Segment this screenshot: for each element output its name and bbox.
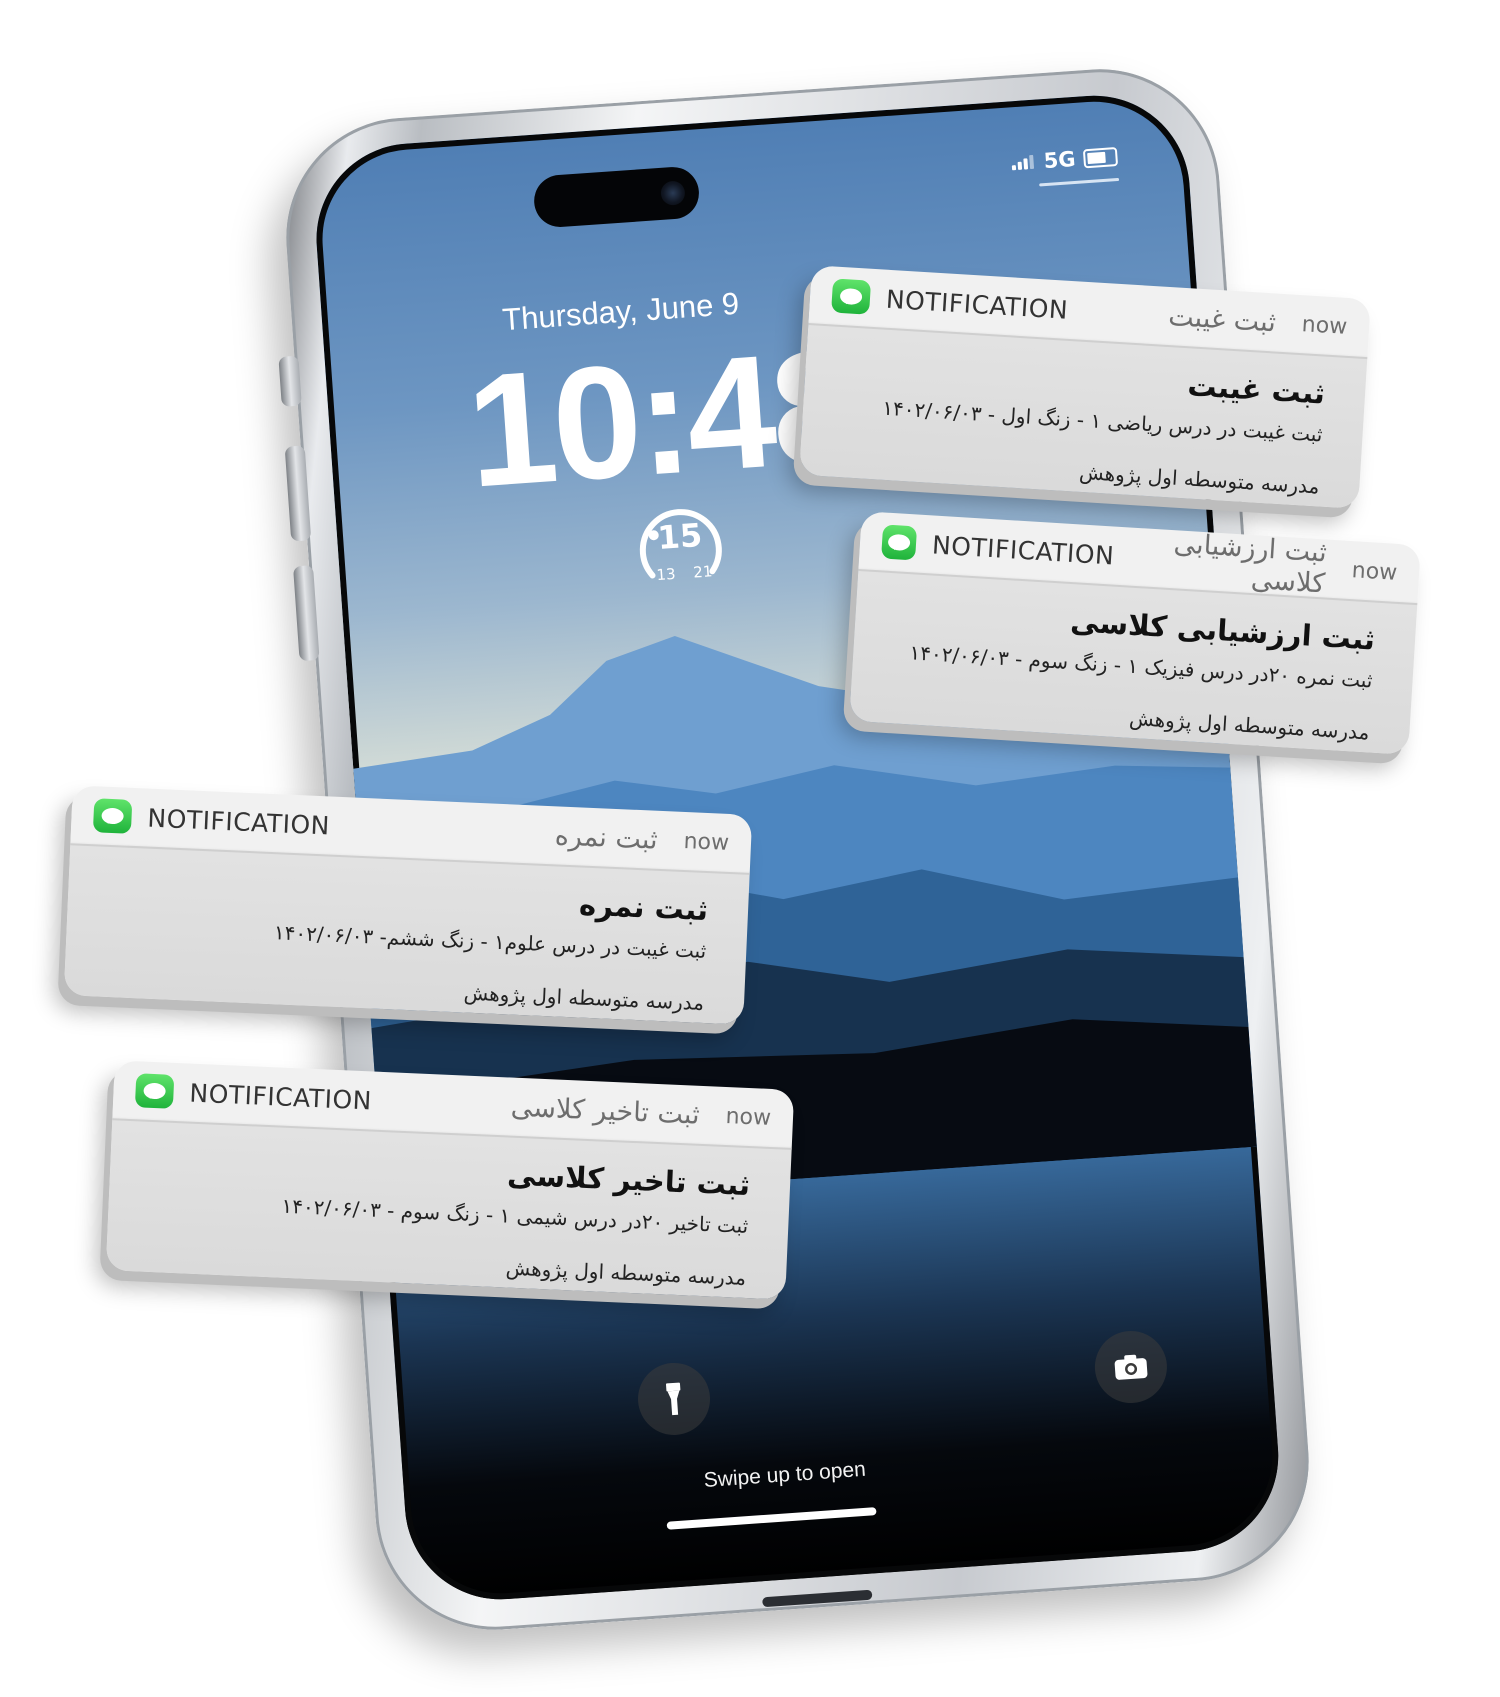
messages-app-icon [881,524,918,561]
notification-app-name: NOTIFICATION [885,284,1069,325]
notification-title: ثبت تاخیر کلاسی [506,1157,751,1203]
weather-widget[interactable]: 15 13 21 [629,494,731,596]
notification-card[interactable]: NOTIFICATION ثبت غیبت now ثبت غیبت ثبت غ… [799,265,1371,509]
status-bar: 5G [1011,144,1119,176]
notification-card[interactable]: NOTIFICATION ثبت نمره now ثبت نمره ثبت غ… [63,785,753,1025]
notification-message: ثبت غیبت در درس علوم۱ - زنگ ششم- ۱۴۰۲/۰۶… [273,920,707,964]
action-button[interactable] [278,355,302,407]
notification-card[interactable]: NOTIFICATION ثبت ارزشیابی کلاسی now ثبت … [849,511,1421,755]
notification-title: ثبت نمره [578,887,709,928]
notification-time: now [725,1103,772,1131]
notification-message: ثبت تاخیر ۲۰در درس شیمی ۱ - زنگ سوم - ۱۴… [281,1193,749,1239]
notification-time: now [1351,557,1398,586]
swipe-hint: Swipe up to open [702,1457,867,1493]
notification-header: NOTIFICATION ثبت ارزشیابی کلاسی now [858,511,1421,606]
front-camera-icon [660,180,686,206]
battery-icon [1082,146,1119,168]
notification-time: now [683,828,730,856]
flashlight-button[interactable] [635,1360,713,1438]
notification-school: مدرسه متوسطه اول پژوهش [505,1255,747,1290]
notification-app-name: NOTIFICATION [188,1078,373,1116]
notification-app-name: NOTIFICATION [146,803,331,841]
widget-current-temp: 15 [656,515,704,557]
messages-app-icon [134,1073,175,1109]
widget-low-temp: 13 [655,564,677,585]
messages-app-icon [831,278,872,315]
notification-card[interactable]: NOTIFICATION ثبت تاخیر کلاسی now ثبت تاخ… [105,1060,795,1300]
status-indicator-line [1039,177,1120,187]
widget-high-temp: 21 [692,562,714,582]
flashlight-icon [665,1382,681,1416]
home-indicator[interactable] [666,1507,877,1530]
camera-button[interactable] [1092,1328,1170,1406]
notification-header-title: ثبت غیبت [1167,300,1277,339]
notification-school: مدرسه متوسطه اول پژوهش [1078,459,1321,499]
notification-title: ثبت غیبت [1186,368,1327,411]
notification-header-title: ثبت ارزشیابی کلاسی [1172,528,1328,600]
notification-title: ثبت ارزشیابی کلاسی [1069,604,1377,657]
notification-header-title: ثبت نمره [554,819,659,856]
signal-icon [1011,150,1037,176]
camera-icon [1114,1354,1148,1380]
notification-time: now [1301,311,1348,340]
dynamic-island [532,165,701,229]
messages-app-icon [92,798,133,834]
notification-header-title: ثبت تاخیر کلاسی [510,1091,701,1131]
network-label: 5G [1042,146,1077,174]
notification-school: مدرسه متوسطه اول پژوهش [463,980,705,1015]
notification-school: مدرسه متوسطه اول پژوهش [1128,705,1371,745]
notification-app-name: NOTIFICATION [931,529,1116,571]
